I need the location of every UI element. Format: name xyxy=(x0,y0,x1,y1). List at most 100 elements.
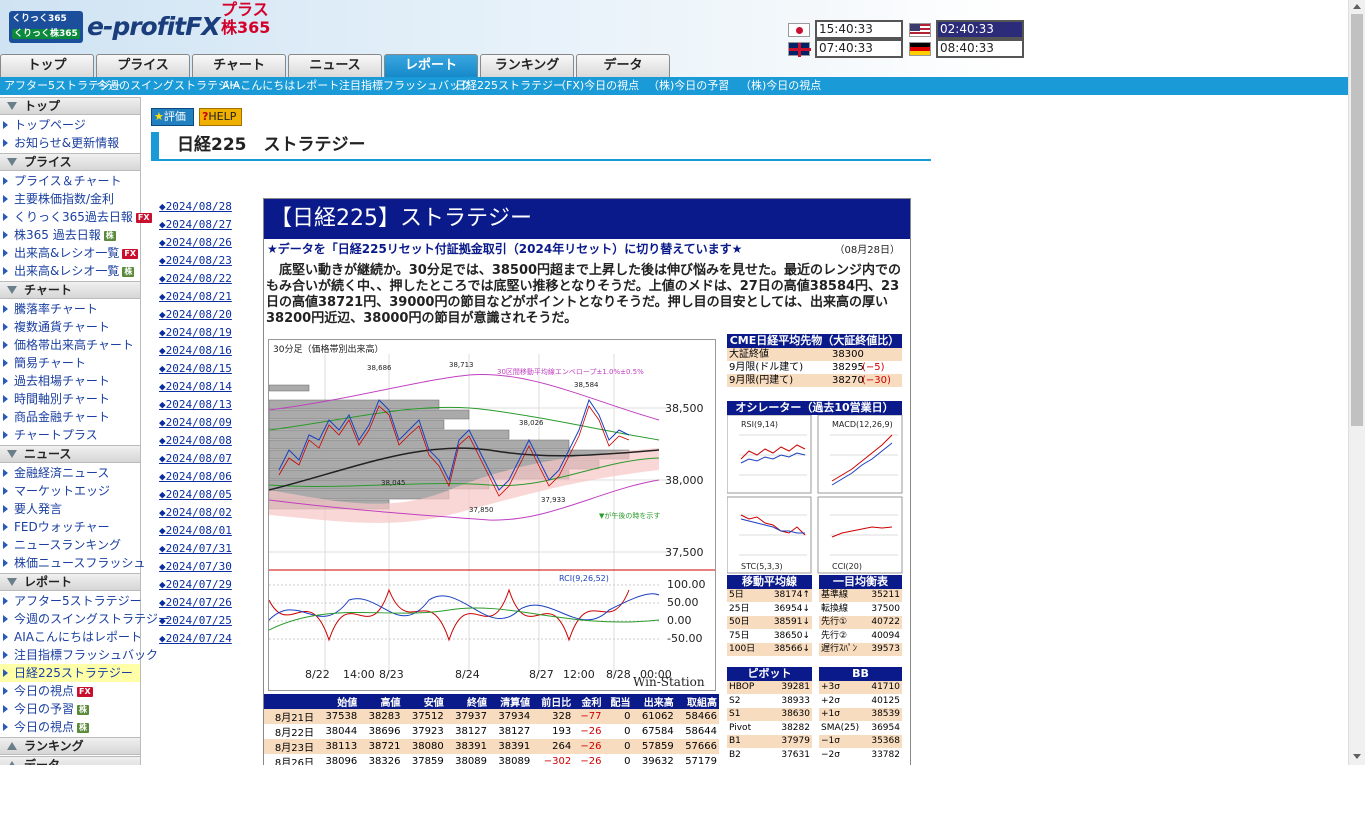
date-archive-link[interactable]: ◆2024/08/20 xyxy=(159,308,232,321)
date-archive-link[interactable]: ◆2024/07/26 xyxy=(159,596,232,609)
sidebar-item[interactable]: 時間軸別チャート xyxy=(0,390,140,408)
date-archive-link[interactable]: ◆2024/08/05 xyxy=(159,488,232,501)
scroll-up-icon[interactable] xyxy=(1353,4,1361,9)
sidebar-item-label: 価格帯出来高チャート xyxy=(14,338,134,352)
arrow-right-icon xyxy=(3,705,8,713)
date-archive-link[interactable]: ◆2024/08/14 xyxy=(159,380,232,393)
sidebar-item[interactable]: アフター5ストラテジー xyxy=(0,592,142,610)
subnav-kabu-prep[interactable]: （株)今日の予習 xyxy=(648,78,729,94)
table-cell: 8月21日 xyxy=(264,709,317,724)
sidebar-item[interactable]: 主要株価指数/金利 xyxy=(0,190,140,208)
sidebar-item-label: 簡易チャート xyxy=(14,356,86,370)
pivot-row: S1 38630 xyxy=(727,708,812,721)
date-archive-link[interactable]: ◆2024/08/28 xyxy=(159,200,232,213)
sidebar-item[interactable]: 今週のスイングストラテジー xyxy=(0,610,170,628)
tab-top[interactable]: トップ xyxy=(0,54,94,78)
sidebar-item[interactable]: 複数通貨チャート xyxy=(0,318,140,336)
arrow-right-icon xyxy=(3,213,8,221)
sidebar-item[interactable]: 注目指標フラッシュバック xyxy=(0,646,158,664)
scroll-thumb[interactable] xyxy=(1351,14,1363,426)
date-archive-link[interactable]: ◆2024/08/09 xyxy=(159,416,232,429)
date-archive-link[interactable]: ◆2024/08/16 xyxy=(159,344,232,357)
vertical-scrollbar[interactable] xyxy=(1348,0,1365,765)
date-archive-link[interactable]: ◆2024/08/26 xyxy=(159,236,232,249)
sidebar-item[interactable]: 今日の視点株 xyxy=(0,718,140,736)
sidebar-section-5[interactable]: ランキング xyxy=(0,737,140,755)
tab-price[interactable]: プライス xyxy=(96,54,190,78)
date-archive-link[interactable]: ◆2024/08/13 xyxy=(159,398,232,411)
subnav-nikkei225[interactable]: 日経225ストラテジー xyxy=(455,78,564,94)
tab-news[interactable]: ニュース xyxy=(288,54,382,78)
sidebar-item[interactable]: くりっく365過去日報 FX xyxy=(0,208,152,226)
sidebar-item-label: 過去相場チャート xyxy=(14,374,110,388)
subnav-fx-view[interactable]: （FX)今日の視点 xyxy=(555,78,639,94)
eval-button[interactable]: ★評価 xyxy=(151,108,194,126)
date-archive-link[interactable]: ◆2024/08/15 xyxy=(159,362,232,375)
sidebar-section-1[interactable]: プライス xyxy=(0,153,140,171)
date-archive-link[interactable]: ◆2024/07/31 xyxy=(159,542,232,555)
table-cell: −26 xyxy=(573,739,604,754)
tab-data[interactable]: データ xyxy=(576,54,670,78)
arrow-right-icon xyxy=(3,377,8,385)
cme-diff: (−5) xyxy=(862,362,885,373)
date-archive-link[interactable]: ◆2024/08/23 xyxy=(159,254,232,267)
subnav-aia[interactable]: AIAこんにちはレポート xyxy=(222,78,339,94)
sidebar-section-0[interactable]: トップ xyxy=(0,97,140,115)
sidebar-item[interactable]: チャートプラス xyxy=(0,426,140,444)
date-archive-link[interactable]: ◆2024/07/25 xyxy=(159,614,232,627)
sidebar-section-4[interactable]: レポート xyxy=(0,573,140,591)
sidebar-item[interactable]: お知らせ&更新情報 xyxy=(0,134,140,152)
help-button[interactable]: ?HELP xyxy=(199,108,242,126)
sidebar-section-2[interactable]: チャート xyxy=(0,281,140,299)
sidebar-section-3[interactable]: ニュース xyxy=(0,445,140,463)
subnav-swing[interactable]: 今週のスイングストラテジー xyxy=(97,78,240,94)
date-archive-link[interactable]: ◆2024/07/29 xyxy=(159,578,232,591)
subnav-kabu-view[interactable]: （株)今日の視点 xyxy=(740,78,821,94)
sidebar-item[interactable]: 株365 過去日報株 xyxy=(0,226,140,244)
sidebar-item[interactable]: 騰落率チャート xyxy=(0,300,140,318)
sidebar-item[interactable]: AIAこんにちはレポート xyxy=(0,628,142,646)
sidebar-item[interactable]: 出来高&レシオ一覧 FX xyxy=(0,244,140,262)
date-archive-link[interactable]: ◆2024/07/30 xyxy=(159,560,232,573)
sidebar-item[interactable]: 過去相場チャート xyxy=(0,372,140,390)
tab-ranking[interactable]: ランキング xyxy=(480,54,574,78)
sidebar-item[interactable]: 今日の視点 FX xyxy=(0,682,140,700)
sidebar-item[interactable]: ニュースランキング xyxy=(0,536,140,554)
date-archive-link[interactable]: ◆2024/07/24 xyxy=(159,632,232,645)
sidebar-item[interactable]: 出来高&レシオ一覧株 xyxy=(0,262,140,280)
sidebar-item[interactable]: 金融経済ニュース xyxy=(0,464,140,482)
date-archive-link[interactable]: ◆2024/08/06 xyxy=(159,470,232,483)
eprofitfx-logo[interactable]: e-profitFX xyxy=(87,12,220,41)
tab-report[interactable]: レポート xyxy=(384,54,478,78)
sidebar-item[interactable]: 今日の予習株 xyxy=(0,700,140,718)
sidebar-item[interactable]: FEDウォッチャー xyxy=(0,518,140,536)
date-archive-link[interactable]: ◆2024/08/22 xyxy=(159,272,232,285)
sidebar-item[interactable]: 商品金融チャート xyxy=(0,408,140,426)
click365-logo[interactable]: くりっく365 くりっく株365 xyxy=(9,11,83,43)
tab-chart[interactable]: チャート xyxy=(192,54,286,78)
date-archive-link[interactable]: ◆2024/08/21 xyxy=(159,290,232,303)
date-archive-link[interactable]: ◆2024/08/07 xyxy=(159,452,232,465)
expand-icon xyxy=(7,742,17,750)
chart-envelope-label: 30区間移動平均線エンベロープ±1.0%±0.5% xyxy=(497,367,644,376)
sidebar-item[interactable]: 価格帯出来高チャート xyxy=(0,336,140,354)
scroll-down-icon[interactable] xyxy=(1353,754,1361,759)
date-archive-link[interactable]: ◆2024/08/19 xyxy=(159,326,232,339)
subnav-flashback[interactable]: 注目指標フラッシュバック xyxy=(339,78,471,94)
bb-key: SMA(25) xyxy=(821,722,860,733)
sidebar-item[interactable]: トップページ xyxy=(0,116,140,134)
sidebar-section-6[interactable]: データ xyxy=(0,756,140,765)
date-archive-link[interactable]: ◆2024/08/01 xyxy=(159,524,232,537)
sidebar-item[interactable]: 簡易チャート xyxy=(0,354,140,372)
date-archive-link[interactable]: ◆2024/08/08 xyxy=(159,434,232,447)
date-archive-link[interactable]: ◆2024/08/27 xyxy=(159,218,232,231)
sidebar-item[interactable]: プライス＆チャート xyxy=(0,172,140,190)
sidebar-item[interactable]: 日経225ストラテジー xyxy=(0,664,140,682)
sidebar-item[interactable]: 要人発言 xyxy=(0,500,140,518)
table-cell: 8月22日 xyxy=(264,724,317,739)
date-archive-link[interactable]: ◆2024/08/02 xyxy=(159,506,232,519)
sidebar-item[interactable]: 株価ニュースフラッシュ xyxy=(0,554,145,572)
sidebar-item[interactable]: マーケットエッジ xyxy=(0,482,140,500)
pivot-key: B1 xyxy=(729,736,741,746)
bb-key: −1σ xyxy=(821,736,840,746)
